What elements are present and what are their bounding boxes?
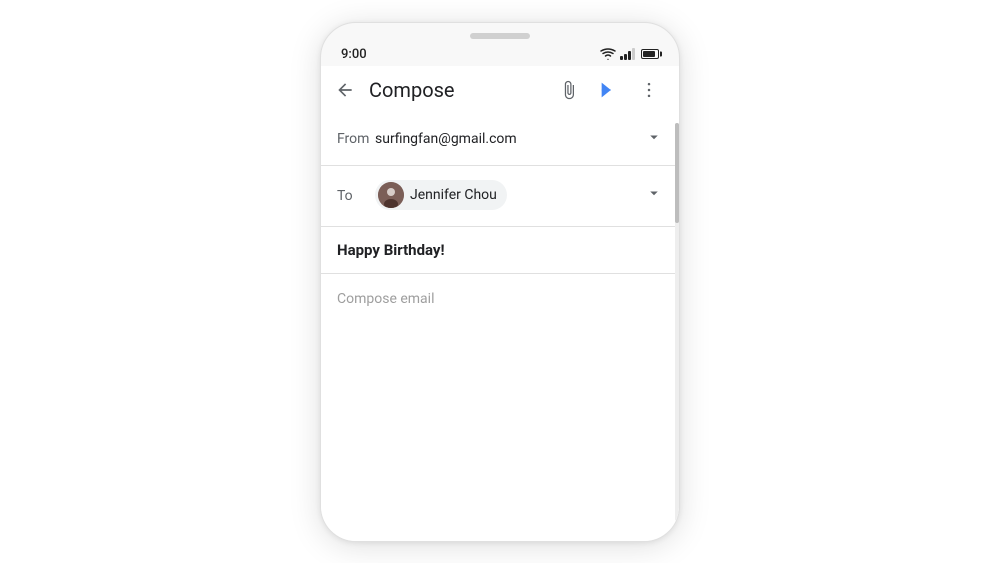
recipient-chip[interactable]: Jennifer Chou xyxy=(375,180,507,210)
battery-icon xyxy=(641,49,659,59)
to-chevron-icon[interactable] xyxy=(645,184,663,207)
status-icons xyxy=(600,48,659,60)
back-button[interactable] xyxy=(327,72,363,108)
phone-frame: 9:00 xyxy=(320,22,680,542)
from-label: From xyxy=(337,131,375,147)
from-chevron-icon[interactable] xyxy=(645,128,663,151)
compose-form: From surfingfan@gmail.com To xyxy=(321,114,679,541)
wifi-icon xyxy=(600,48,616,60)
subject-value[interactable]: Happy Birthday! xyxy=(337,241,445,259)
scrollbar-thumb[interactable] xyxy=(675,123,679,223)
status-time: 9:00 xyxy=(341,47,367,62)
more-options-icon xyxy=(639,80,659,100)
body-placeholder[interactable]: Compose email xyxy=(337,291,434,307)
send-button[interactable] xyxy=(591,72,627,108)
recipient-name: Jennifer Chou xyxy=(410,187,497,203)
subject-row[interactable]: Happy Birthday! xyxy=(321,227,679,274)
scrollbar-track xyxy=(675,123,679,521)
from-value[interactable]: surfingfan@gmail.com xyxy=(375,131,645,147)
to-row: To Jennifer Chou xyxy=(321,166,679,227)
to-label: To xyxy=(337,188,375,204)
more-options-button[interactable] xyxy=(631,72,667,108)
from-row: From surfingfan@gmail.com xyxy=(321,114,679,166)
attach-icon xyxy=(559,80,579,100)
send-icon xyxy=(598,79,620,101)
to-field[interactable]: Jennifer Chou xyxy=(375,180,645,212)
recipient-avatar xyxy=(378,182,404,208)
toolbar: Compose xyxy=(321,66,679,114)
signal-icon xyxy=(620,48,635,60)
status-bar: 9:00 xyxy=(321,39,679,66)
attach-button[interactable] xyxy=(551,72,587,108)
toolbar-title: Compose xyxy=(363,78,551,102)
body-row[interactable]: Compose email xyxy=(321,274,679,541)
toolbar-actions xyxy=(551,72,667,108)
